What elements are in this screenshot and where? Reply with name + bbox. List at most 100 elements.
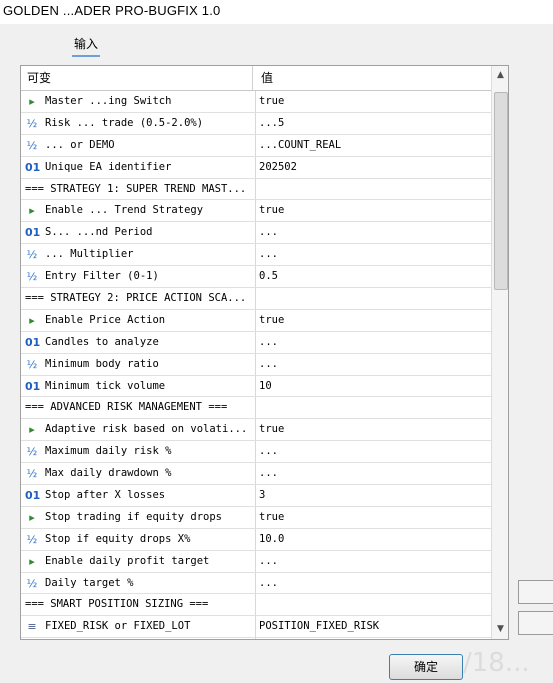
parameter-value[interactable]: 202502 — [257, 157, 489, 178]
tab-inputs[interactable]: 输入 — [72, 35, 101, 57]
column-header-value[interactable]: 值 — [261, 66, 491, 90]
section-header-row[interactable]: === ADVANCED RISK MANAGEMENT === — [21, 397, 491, 420]
ok-button[interactable]: 确定 — [389, 654, 463, 680]
parameter-name-cell[interactable]: ▸ Enable Price Action — [21, 309, 256, 331]
parameter-value[interactable]: ... — [257, 463, 489, 484]
parameter-row[interactable]: ▸ Master ...ing Switch true — [21, 91, 491, 113]
parameter-value[interactable]: ...5 — [257, 113, 489, 134]
parameter-name-cell[interactable]: === STRATEGY 1: SUPER TREND MAST... — [21, 178, 256, 200]
parameter-name-cell[interactable]: ½ ... Multiplier — [21, 244, 256, 266]
parameter-row[interactable]: ½ Maximum daily risk %... — [21, 441, 491, 464]
scroll-down-icon[interactable]: ▼ — [493, 621, 508, 638]
parameter-value[interactable] — [257, 288, 489, 309]
parameter-row[interactable]: 01 Minimum tick volume 10 — [21, 375, 491, 398]
parameter-name-cell[interactable]: 01 Stop after X losses — [21, 485, 256, 506]
parameter-value[interactable]: true — [257, 507, 489, 528]
parameter-value[interactable]: POSITION_FIXED_RISK — [257, 616, 489, 637]
parameter-name-cell[interactable]: ▸ Master ...ing Switch — [21, 91, 256, 112]
parameter-row[interactable]: ½ Daily target %... — [21, 572, 491, 595]
parameter-name-cell[interactable]: 01 Minimum tick volume — [21, 375, 256, 397]
parameter-name: Risk ... trade (0.5-2.0%) — [45, 116, 204, 129]
parameter-name-cell[interactable]: ½ Risk ... trade (0.5-2.0%) — [21, 112, 256, 134]
parameter-row[interactable]: ½ Entry Filter (0-1) 0.5 — [21, 266, 491, 289]
parameter-row[interactable]: 01 Candles to analyze... — [21, 331, 491, 354]
parameter-name-cell[interactable]: ▸ Stop trading if equity drops — [21, 506, 256, 528]
bool-flag-icon: ▸ — [29, 313, 35, 327]
parameter-row[interactable]: ½ Risk ... trade (0.5-2.0%) ...5 — [21, 112, 491, 135]
parameter-value[interactable]: ... — [257, 441, 489, 462]
parameter-name-cell[interactable]: ½ Maximum daily risk % — [21, 441, 256, 463]
parameter-value[interactable]: ...COUNT_REAL — [257, 135, 489, 156]
parameter-name-cell[interactable]: 01 Unique EA identifier — [21, 156, 256, 178]
side-button-2[interactable] — [518, 611, 553, 635]
parameter-value[interactable] — [257, 594, 489, 615]
parameter-row[interactable]: ▸ Enable Price Action true — [21, 309, 491, 332]
parameter-value[interactable]: ... — [257, 332, 489, 353]
parameter-name-cell[interactable]: ≡ FIXED_RISK or FIXED_LOT — [21, 616, 256, 638]
parameter-name-cell[interactable]: 01 Candles to analyze — [21, 331, 256, 353]
bool-flag-icon: ▸ — [29, 423, 35, 437]
double-type-icon: ½ — [26, 532, 38, 546]
column-header-variable[interactable]: 可变 — [27, 66, 253, 90]
parameter-value[interactable]: true — [257, 419, 489, 440]
vertical-scrollbar[interactable]: ▲ ▼ — [491, 66, 508, 639]
scroll-up-icon[interactable]: ▲ — [493, 67, 508, 84]
parameter-value[interactable]: 0.5 — [257, 266, 489, 287]
parameter-name-cell[interactable]: ½ Max daily drawdown % — [21, 463, 256, 485]
parameter-name-cell[interactable]: 01 S... ...nd Period — [21, 222, 256, 244]
parameter-row[interactable]: ½ ... Multiplier... — [21, 244, 491, 267]
parameter-value[interactable]: ... — [257, 222, 489, 243]
parameter-name-cell[interactable]: ½If using ... lots — [21, 638, 256, 639]
parameter-name-cell[interactable]: ▸ Enable daily profit target — [21, 550, 256, 572]
section-header-row[interactable]: === SMART POSITION SIZING === — [21, 594, 491, 617]
parameter-name: If using ... lots — [45, 638, 152, 639]
grid-header: 可变 值 — [21, 66, 491, 91]
bool-flag-icon: ▸ — [29, 510, 35, 524]
parameter-name-cell[interactable]: ▸ Adaptive risk based on volati... — [21, 419, 256, 441]
parameter-name-cell[interactable]: ½ ... or DEMO — [21, 134, 256, 156]
parameter-value[interactable]: 3 — [257, 485, 489, 506]
parameter-value[interactable]: ... — [257, 573, 489, 594]
parameter-row[interactable]: ≡ FIXED_RISK or FIXED_LOT POSITION_FIXED_R… — [21, 616, 491, 639]
parameter-row[interactable]: ½If using ... lots0.01 — [21, 638, 491, 639]
side-button-1[interactable] — [518, 580, 553, 604]
parameter-name: Candles to analyze — [45, 335, 159, 348]
parameter-row[interactable]: ▸ Enable ... Trend Strategy true — [21, 200, 491, 223]
parameter-name: Master ...ing Switch — [45, 95, 172, 107]
parameter-row[interactable]: ½ ... or DEMO ...COUNT_REAL — [21, 134, 491, 157]
parameter-name-cell[interactable]: ½ Stop if equity drops X% — [21, 528, 256, 550]
parameter-row[interactable]: ▸ Enable daily profit target... — [21, 550, 491, 573]
parameter-value[interactable]: true — [257, 310, 489, 331]
parameter-row[interactable]: ▸ Stop trading if equity drops true — [21, 506, 491, 529]
parameter-name-cell[interactable]: ½ Minimum body ratio — [21, 353, 256, 375]
parameter-name-cell[interactable]: === SMART POSITION SIZING === — [21, 594, 256, 616]
parameter-row[interactable]: 01 Stop after X losses 3 — [21, 485, 491, 507]
parameter-value[interactable]: ... — [257, 551, 489, 572]
parameter-name-cell[interactable]: ½ Entry Filter (0-1) — [21, 266, 256, 288]
parameter-value[interactable]: 10.0 — [257, 529, 489, 550]
section-header-row[interactable]: === STRATEGY 1: SUPER TREND MAST... — [21, 178, 491, 201]
parameter-value[interactable] — [257, 397, 489, 418]
parameter-row[interactable]: ½ Max daily drawdown %... — [21, 463, 491, 486]
parameter-row[interactable]: ½ Stop if equity drops X% 10.0 — [21, 528, 491, 551]
integer-type-icon: 01 — [25, 335, 41, 349]
window-title: GOLDEN ...ADER PRO-BUGFIX 1.0 — [3, 3, 221, 18]
scrollbar-thumb[interactable] — [494, 92, 508, 290]
parameter-value[interactable]: ... — [257, 354, 489, 375]
parameter-row[interactable]: 01 S... ...nd Period... — [21, 222, 491, 245]
section-header-row[interactable]: === STRATEGY 2: PRICE ACTION SCA... — [21, 288, 491, 310]
parameter-name-cell[interactable]: ½ Daily target % — [21, 572, 256, 594]
parameter-row[interactable]: ▸ Adaptive risk based on volati... true — [21, 419, 491, 442]
parameter-value[interactable]: ... — [257, 244, 489, 265]
parameter-value[interactable]: true — [257, 91, 489, 112]
parameter-row[interactable]: ½ Minimum body ratio... — [21, 353, 491, 376]
parameter-name-cell[interactable]: === STRATEGY 2: PRICE ACTION SCA... — [21, 288, 256, 309]
parameter-name-cell[interactable]: ▸ Enable ... Trend Strategy — [21, 200, 256, 222]
parameter-value[interactable]: true — [257, 200, 489, 221]
parameter-value[interactable]: 10 — [257, 376, 489, 397]
parameter-value[interactable] — [257, 179, 489, 200]
parameter-name-cell[interactable]: === ADVANCED RISK MANAGEMENT === — [21, 397, 256, 419]
parameter-name: Enable Price Action — [45, 313, 166, 326]
parameter-row[interactable]: 01 Unique EA identifier 202502 — [21, 156, 491, 179]
parameter-value[interactable]: 0.01 — [257, 638, 489, 639]
